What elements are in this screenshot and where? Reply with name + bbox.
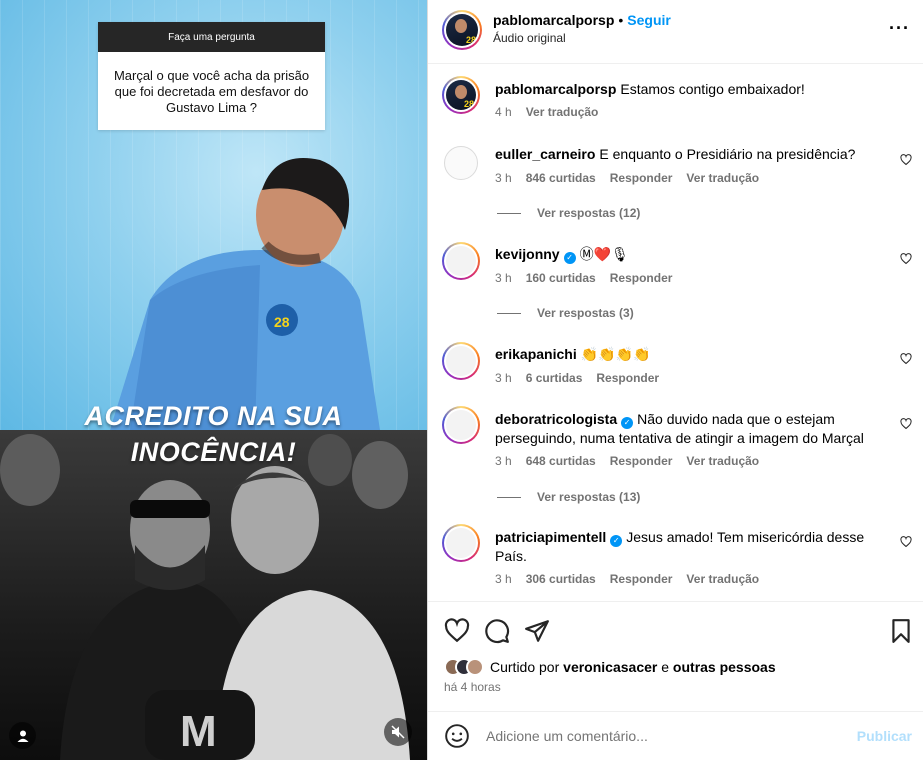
commenter-avatar[interactable] bbox=[442, 342, 480, 380]
liked-by-prefix: Curtido por bbox=[490, 659, 560, 675]
svg-text:28: 28 bbox=[274, 314, 290, 330]
commenter-avatar[interactable] bbox=[442, 524, 480, 562]
comment-text: Ⓜ❤️🎙 bbox=[579, 246, 629, 262]
follow-button[interactable]: Seguir bbox=[627, 12, 671, 28]
question-box-header: Faça uma pergunta bbox=[98, 22, 325, 52]
author-avatar[interactable] bbox=[442, 10, 482, 50]
comment-time: 3 h bbox=[495, 572, 512, 586]
comment-username[interactable]: erikapanichi bbox=[495, 346, 577, 362]
liked-by-others[interactable]: outras pessoas bbox=[673, 659, 776, 675]
comment-time: 3 h bbox=[495, 271, 512, 285]
comments-list[interactable]: pablomarcalporspEstamos contigo embaixad… bbox=[428, 64, 923, 601]
speaker-muted-icon bbox=[391, 725, 405, 739]
comment-likes[interactable]: 6 curtidas bbox=[526, 371, 583, 385]
view-replies-button[interactable]: Ver respostas (13) bbox=[497, 490, 640, 504]
share-paper-plane-icon[interactable] bbox=[524, 618, 550, 644]
comment-heart-icon[interactable] bbox=[900, 536, 912, 548]
comment-username[interactable]: deboratricologista bbox=[495, 411, 617, 427]
commenter-avatar[interactable] bbox=[442, 242, 480, 280]
add-comment-bar: Publicar bbox=[428, 711, 923, 760]
caption-time: 4 h bbox=[495, 105, 512, 119]
view-replies-button[interactable]: Ver respostas (12) bbox=[497, 206, 640, 220]
comment-item: patriciapimentell ✓ Jesus amado! Tem miser… bbox=[442, 524, 912, 594]
more-options-icon[interactable]: ··· bbox=[889, 18, 910, 39]
reply-button[interactable]: Responder bbox=[610, 454, 673, 468]
liked-by-conj: e bbox=[661, 659, 670, 675]
separator-dot: • bbox=[618, 12, 624, 28]
caption: pablomarcalporspEstamos contigo embaixad… bbox=[442, 76, 912, 126]
translate-button[interactable]: Ver tradução bbox=[686, 454, 759, 468]
caption-translate[interactable]: Ver tradução bbox=[526, 105, 599, 119]
comment-username[interactable]: patriciapimentell bbox=[495, 529, 606, 545]
commenter-avatar[interactable] bbox=[442, 144, 480, 182]
comment-input[interactable] bbox=[486, 728, 857, 744]
caption-username[interactable]: pablomarcalporsp bbox=[495, 81, 616, 97]
view-replies-button[interactable]: Ver respostas (3) bbox=[497, 306, 634, 320]
liker-avatar[interactable] bbox=[466, 658, 484, 676]
media-bottom-photo: M bbox=[0, 430, 427, 760]
reply-button[interactable]: Responder bbox=[610, 572, 673, 586]
comment-time: 3 h bbox=[495, 371, 512, 385]
liked-by: Curtido por veronicasacer e outras pesso… bbox=[444, 658, 776, 676]
media-headline: ACREDITO NA SUA INOCÊNCIA! bbox=[0, 398, 427, 470]
comment-item: kevijonny ✓ Ⓜ❤️🎙 3 h 160 curtidas Responder bbox=[442, 242, 912, 302]
verified-badge-icon: ✓ bbox=[610, 535, 623, 547]
save-bookmark-icon[interactable] bbox=[888, 618, 914, 644]
reply-button[interactable]: Responder bbox=[596, 371, 659, 385]
comment-likes[interactable]: 160 curtidas bbox=[526, 271, 596, 285]
post-time[interactable]: há 4 horas bbox=[444, 680, 501, 694]
reply-button[interactable]: Responder bbox=[610, 171, 673, 185]
comment-item: erikapanichi 👏👏👏👏 3 h 6 curtidas Responder bbox=[442, 342, 912, 392]
like-heart-icon[interactable] bbox=[444, 618, 470, 644]
instagram-post-modal: 28 Faça uma pergunta Marçal o que você a… bbox=[0, 0, 923, 760]
audio-label[interactable]: Áudio original bbox=[493, 31, 566, 45]
post-details-panel: pablomarcalporsp•Seguir Áudio original ·… bbox=[427, 0, 923, 760]
caption-avatar[interactable] bbox=[442, 76, 480, 114]
comment-heart-icon[interactable] bbox=[900, 353, 912, 365]
commenter-avatar[interactable] bbox=[442, 406, 480, 444]
comment-heart-icon[interactable] bbox=[900, 418, 912, 430]
mute-button[interactable] bbox=[384, 718, 412, 746]
comment-likes[interactable]: 648 curtidas bbox=[526, 454, 596, 468]
question-text: Marçal o que você acha da prisão que foi… bbox=[113, 68, 310, 115]
tagged-people-button[interactable] bbox=[9, 722, 36, 749]
friends-photo-illustration: M bbox=[0, 434, 410, 760]
post-media[interactable]: 28 Faça uma pergunta Marçal o que você a… bbox=[0, 0, 427, 760]
question-box: Faça uma pergunta Marçal o que você acha… bbox=[98, 22, 325, 130]
translate-button[interactable]: Ver tradução bbox=[686, 572, 759, 586]
comment-likes[interactable]: 846 curtidas bbox=[526, 171, 596, 185]
reply-button[interactable]: Responder bbox=[610, 271, 673, 285]
comment-item: euller_carneiro E enquanto o Presidiário … bbox=[442, 144, 912, 214]
comment-item: deboratricologista ✓ Não duvido nada que o… bbox=[442, 406, 912, 476]
publish-button[interactable]: Publicar bbox=[857, 728, 912, 744]
emoji-icon[interactable] bbox=[444, 723, 470, 749]
verified-badge-icon: ✓ bbox=[563, 252, 576, 264]
author-username[interactable]: pablomarcalporsp bbox=[493, 12, 614, 28]
person-icon bbox=[17, 730, 28, 742]
comment-username[interactable]: kevijonny bbox=[495, 246, 560, 262]
svg-text:M: M bbox=[180, 707, 217, 756]
post-header: pablomarcalporsp•Seguir Áudio original ·… bbox=[428, 0, 923, 64]
comment-username[interactable]: euller_carneiro bbox=[495, 146, 595, 162]
comment-heart-icon[interactable] bbox=[900, 253, 912, 265]
caption-text: Estamos contigo embaixador! bbox=[620, 81, 805, 97]
comment-text: 👏👏👏👏 bbox=[580, 346, 651, 362]
comment-bubble-icon[interactable] bbox=[484, 618, 510, 644]
comment-time: 3 h bbox=[495, 171, 512, 185]
liked-by-user[interactable]: veronicasacer bbox=[563, 659, 657, 675]
verified-badge-icon: ✓ bbox=[621, 417, 634, 429]
comment-time: 3 h bbox=[495, 454, 512, 468]
headline-line-2: INOCÊNCIA! bbox=[130, 437, 297, 467]
comment-text: E enquanto o Presidiário na presidência? bbox=[599, 146, 856, 162]
comment-heart-icon[interactable] bbox=[900, 154, 912, 166]
headline-line-1: ACREDITO NA SUA bbox=[84, 401, 343, 431]
translate-button[interactable]: Ver tradução bbox=[686, 171, 759, 185]
post-actions: Curtido por veronicasacer e outras pesso… bbox=[428, 601, 923, 711]
comment-likes[interactable]: 306 curtidas bbox=[526, 572, 596, 586]
